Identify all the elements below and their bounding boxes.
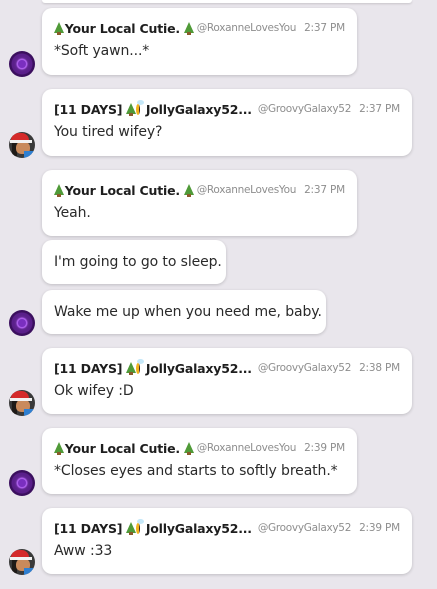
avatar-roxanne[interactable]: [9, 470, 35, 496]
avatar-roxanne[interactable]: [9, 51, 35, 77]
christmas-tree-icon: [183, 21, 194, 35]
christmas-tree-icon: [126, 102, 136, 116]
christmas-tree-icon: [183, 441, 194, 455]
message-bubble[interactable]: Your Local Cutie. @RoxanneLovesYou 2:39 …: [42, 428, 357, 494]
author-prefix: [11 DAYS]: [54, 360, 123, 376]
message-bubble[interactable]: [11 DAYS] JollyGalaxy52... @GroovyGalaxy…: [42, 508, 412, 574]
message-bubble[interactable]: Your Local Cutie. @RoxanneLovesYou 2:37 …: [42, 8, 357, 75]
author-prefix: [11 DAYS]: [54, 101, 123, 117]
timestamp: 2:37 PM: [359, 103, 400, 115]
christmas-tree-icon: [126, 521, 136, 535]
message-text: Ok wifey :D: [54, 383, 134, 399]
author-handle[interactable]: @GroovyGalaxy52: [258, 103, 352, 115]
message-text: I'm going to go to sleep.: [54, 254, 222, 270]
avatar-jolly[interactable]: [9, 390, 35, 416]
avatar-jolly[interactable]: [9, 549, 35, 575]
timestamp: 2:39 PM: [359, 522, 400, 534]
message-header: [11 DAYS] JollyGalaxy52... @GroovyGalaxy…: [54, 99, 400, 118]
message-text: Aww :33: [54, 543, 113, 559]
message-text: Wake me up when you need me, baby.: [54, 304, 322, 320]
author-handle[interactable]: @GroovyGalaxy52: [258, 362, 352, 374]
message-bubble[interactable]: [11 DAYS] JollyGalaxy52... @GroovyGalaxy…: [42, 89, 412, 156]
author-name[interactable]: Your Local Cutie.: [65, 183, 180, 198]
previous-message-bubble-edge: [42, 0, 412, 3]
avatar-roxanne[interactable]: [9, 310, 35, 336]
timestamp: 2:37 PM: [304, 184, 345, 196]
avatar-jolly[interactable]: [9, 132, 35, 158]
message-header: [11 DAYS] JollyGalaxy52... @GroovyGalaxy…: [54, 358, 400, 377]
bee-icon: [135, 99, 144, 115]
bee-icon: [135, 518, 144, 534]
message-bubble[interactable]: I'm going to go to sleep.: [42, 240, 226, 284]
message-text: You tired wifey?: [54, 124, 163, 140]
christmas-tree-icon: [54, 441, 64, 455]
author-name[interactable]: Your Local Cutie.: [65, 21, 180, 36]
christmas-tree-icon: [126, 361, 136, 375]
bee-icon: [135, 358, 144, 374]
christmas-tree-icon: [54, 183, 64, 197]
message-header: Your Local Cutie. @RoxanneLovesYou 2:39 …: [54, 439, 345, 457]
timestamp: 2:37 PM: [304, 22, 345, 34]
author-handle[interactable]: @RoxanneLovesYou: [197, 22, 297, 34]
message-bubble[interactable]: Your Local Cutie. @RoxanneLovesYou 2:37 …: [42, 170, 357, 236]
message-header: Your Local Cutie. @RoxanneLovesYou 2:37 …: [54, 19, 345, 37]
author-prefix: [11 DAYS]: [54, 520, 123, 536]
message-header: Your Local Cutie. @RoxanneLovesYou 2:37 …: [54, 181, 345, 199]
christmas-tree-icon: [183, 183, 194, 197]
christmas-tree-icon: [54, 21, 64, 35]
message-header: [11 DAYS] JollyGalaxy52... @GroovyGalaxy…: [54, 518, 400, 537]
author-name[interactable]: JollyGalaxy52...: [146, 521, 252, 536]
author-handle[interactable]: @RoxanneLovesYou: [197, 184, 297, 196]
timestamp: 2:39 PM: [304, 442, 345, 454]
message-text: *Soft yawn...*: [54, 43, 150, 59]
author-handle[interactable]: @GroovyGalaxy52: [258, 522, 352, 534]
timestamp: 2:38 PM: [359, 362, 400, 374]
author-name[interactable]: JollyGalaxy52...: [146, 102, 252, 117]
message-text: *Closes eyes and starts to softly breath…: [54, 463, 338, 479]
message-bubble[interactable]: Wake me up when you need me, baby.: [42, 290, 326, 334]
author-name[interactable]: Your Local Cutie.: [65, 441, 180, 456]
author-name[interactable]: JollyGalaxy52...: [146, 361, 252, 376]
author-handle[interactable]: @RoxanneLovesYou: [197, 442, 297, 454]
message-bubble[interactable]: [11 DAYS] JollyGalaxy52... @GroovyGalaxy…: [42, 348, 412, 414]
message-text: Yeah.: [54, 205, 91, 221]
